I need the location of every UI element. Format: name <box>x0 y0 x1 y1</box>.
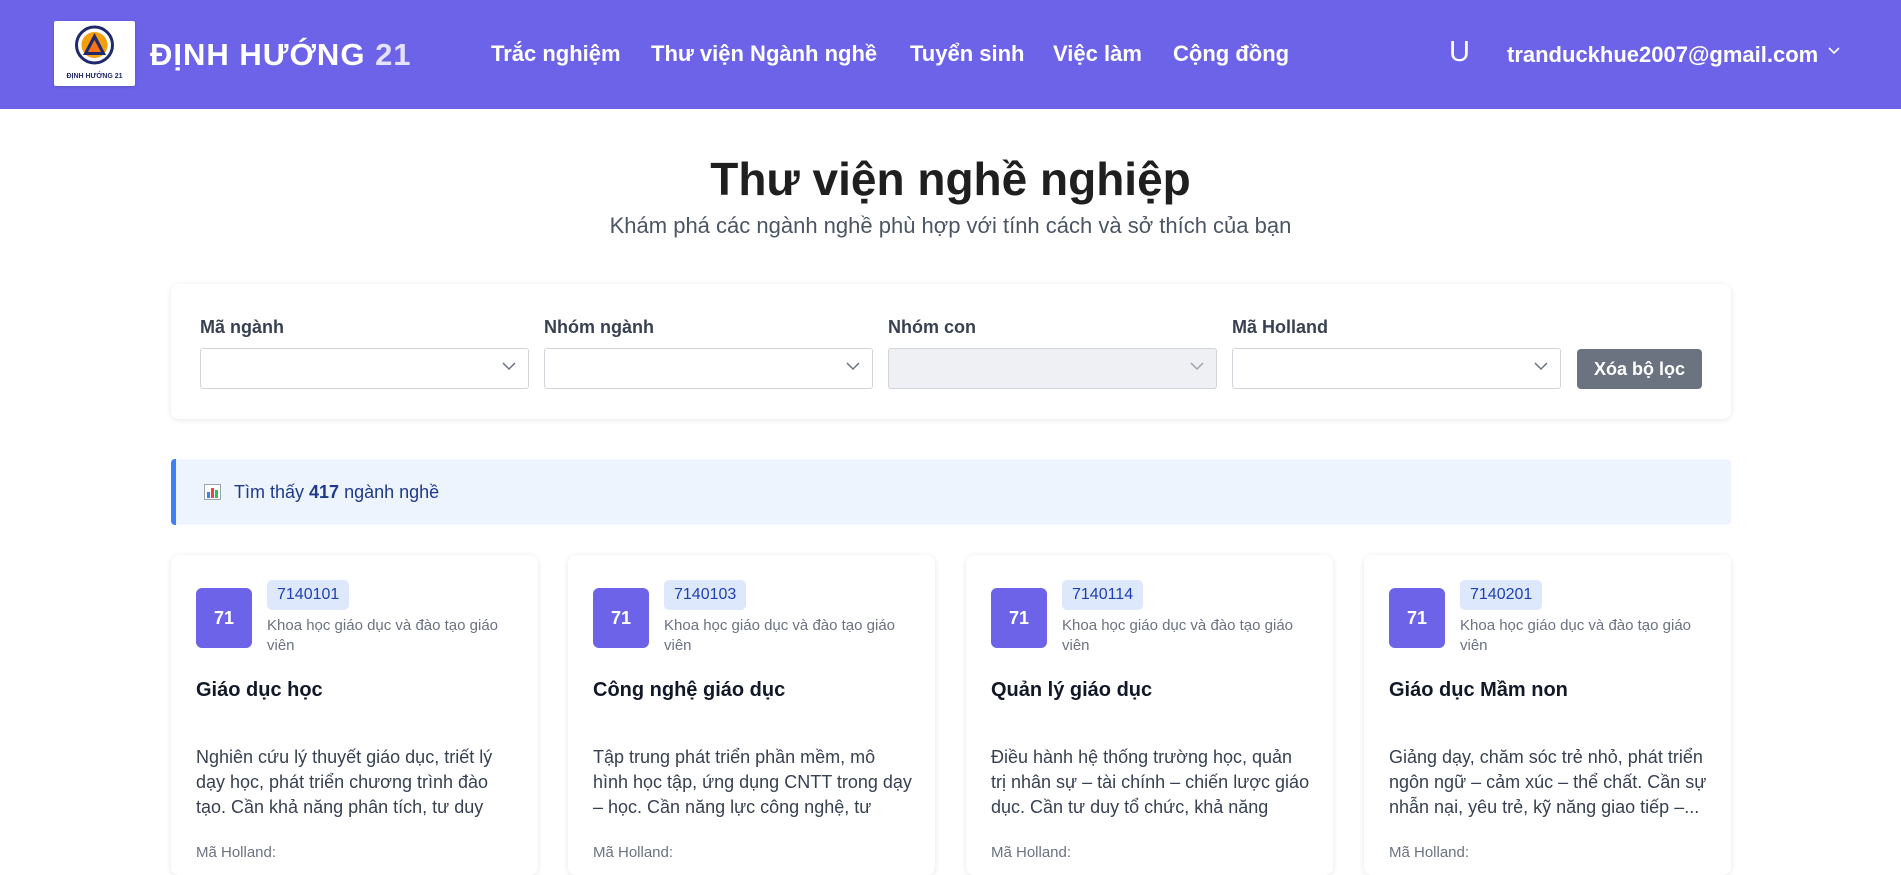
user-avatar[interactable]: U <box>1449 36 1470 69</box>
career-title[interactable]: Giáo dục học <box>196 679 323 702</box>
career-title[interactable]: Quản lý giáo dục <box>991 679 1152 702</box>
holland-label: Mã Holland: <box>593 844 674 861</box>
career-title[interactable]: Công nghệ giáo dục <box>593 679 785 702</box>
career-card[interactable]: 71 7140114 Khoa học giáo dục và đào tạo … <box>966 555 1333 875</box>
brand-number: 21 <box>375 37 412 72</box>
career-code-badge: 7140103 <box>664 580 747 610</box>
filter-label-nhom-con: Nhóm con <box>888 317 976 337</box>
group-code-avatar: 71 <box>196 588 252 648</box>
logo-caption: ĐỊNH HƯỚNG 21 <box>66 73 123 80</box>
nav-thu-vien-nganh-nghe[interactable]: Thư viện Ngành nghề <box>651 41 877 67</box>
nav-trac-nghiem[interactable]: Trắc nghiệm <box>491 41 621 67</box>
chevron-down-icon[interactable] <box>1828 47 1840 55</box>
filter-label-ma-nganh: Mã ngành <box>200 317 284 337</box>
career-description: Giảng dạy, chăm sóc trẻ nhỏ, phát triển … <box>1389 747 1707 817</box>
career-card[interactable]: 71 7140201 Khoa học giáo dục và đào tạo … <box>1364 555 1731 875</box>
nhom-nganh-select[interactable] <box>544 348 873 389</box>
filter-label-nhom-nganh: Nhóm ngành <box>544 317 654 337</box>
career-code-badge: 7140114 <box>1062 580 1144 610</box>
nav-cong-dong[interactable]: Cộng đồng <box>1173 41 1289 67</box>
result-count-banner: Tìm thấy 417 ngành nghề <box>171 459 1731 525</box>
group-code-avatar: 71 <box>1389 588 1445 648</box>
career-card[interactable]: 71 7140101 Khoa học giáo dục và đào tạo … <box>171 555 538 875</box>
group-code-avatar: 71 <box>593 588 649 648</box>
holland-label: Mã Holland: <box>196 844 277 861</box>
result-count-text: Tìm thấy 417 ngành nghề <box>234 482 439 503</box>
brand-text: ĐỊNH HƯỚNG <box>150 37 366 72</box>
career-group: Khoa học giáo dục và đào tạo giáo viên <box>1062 617 1294 654</box>
career-code-badge: 7140201 <box>1460 580 1543 610</box>
result-count: 417 <box>309 482 340 502</box>
filter-label-ma-holland: Mã Holland <box>1232 317 1329 337</box>
chevron-down-icon <box>1190 362 1204 371</box>
result-prefix: Tìm thấy <box>234 482 305 502</box>
nhom-con-select <box>888 348 1217 389</box>
chevron-down-icon <box>502 362 516 371</box>
career-title[interactable]: Giáo dục Mầm non <box>1389 679 1568 702</box>
nav-tuyen-sinh[interactable]: Tuyển sinh <box>910 41 1025 67</box>
holland-label: Mã Holland: <box>1389 844 1470 861</box>
career-group: Khoa học giáo dục và đào tạo giáo viên <box>664 617 896 654</box>
career-card[interactable]: 71 7140103 Khoa học giáo dục và đào tạo … <box>568 555 935 875</box>
logo-emblem-icon <box>75 25 114 65</box>
career-description: Điều hành hệ thống trường học, quản trị … <box>991 747 1310 823</box>
top-navbar: ĐỊNH HƯỚNG 21 ĐỊNH HƯỚNG 21 Trắc nghiệm … <box>0 0 1901 109</box>
page-subtitle: Khám phá các ngành nghề phù hợp với tính… <box>609 213 1292 238</box>
group-code-avatar: 71 <box>991 588 1047 648</box>
career-group: Khoa học giáo dục và đào tạo giáo viên <box>1460 617 1692 654</box>
bar-chart-icon <box>204 484 221 500</box>
clear-filters-button[interactable]: Xóa bộ lọc <box>1577 349 1702 389</box>
career-description: Nghiên cứu lý thuyết giáo dục, triết lý … <box>196 747 493 823</box>
user-email-menu[interactable]: tranduckhue2007@gmail.com <box>1507 42 1818 68</box>
career-code-badge: 7140101 <box>267 580 350 610</box>
ma-holland-select[interactable] <box>1232 348 1561 389</box>
holland-label: Mã Holland: <box>991 844 1072 861</box>
nav-viec-lam[interactable]: Việc làm <box>1053 41 1142 67</box>
result-suffix: ngành nghề <box>344 482 440 502</box>
chevron-down-icon <box>1534 362 1548 371</box>
chevron-down-icon <box>846 362 860 371</box>
ma-nganh-select[interactable] <box>200 348 529 389</box>
site-logo[interactable]: ĐỊNH HƯỚNG 21 <box>54 21 135 86</box>
page-title: Thư viện nghề nghiệp <box>710 153 1191 205</box>
career-group: Khoa học giáo dục và đào tạo giáo viên <box>267 617 499 654</box>
career-description: Tập trung phát triển phần mềm, mô hình h… <box>593 747 912 823</box>
brand-name[interactable]: ĐỊNH HƯỚNG 21 <box>150 37 412 73</box>
